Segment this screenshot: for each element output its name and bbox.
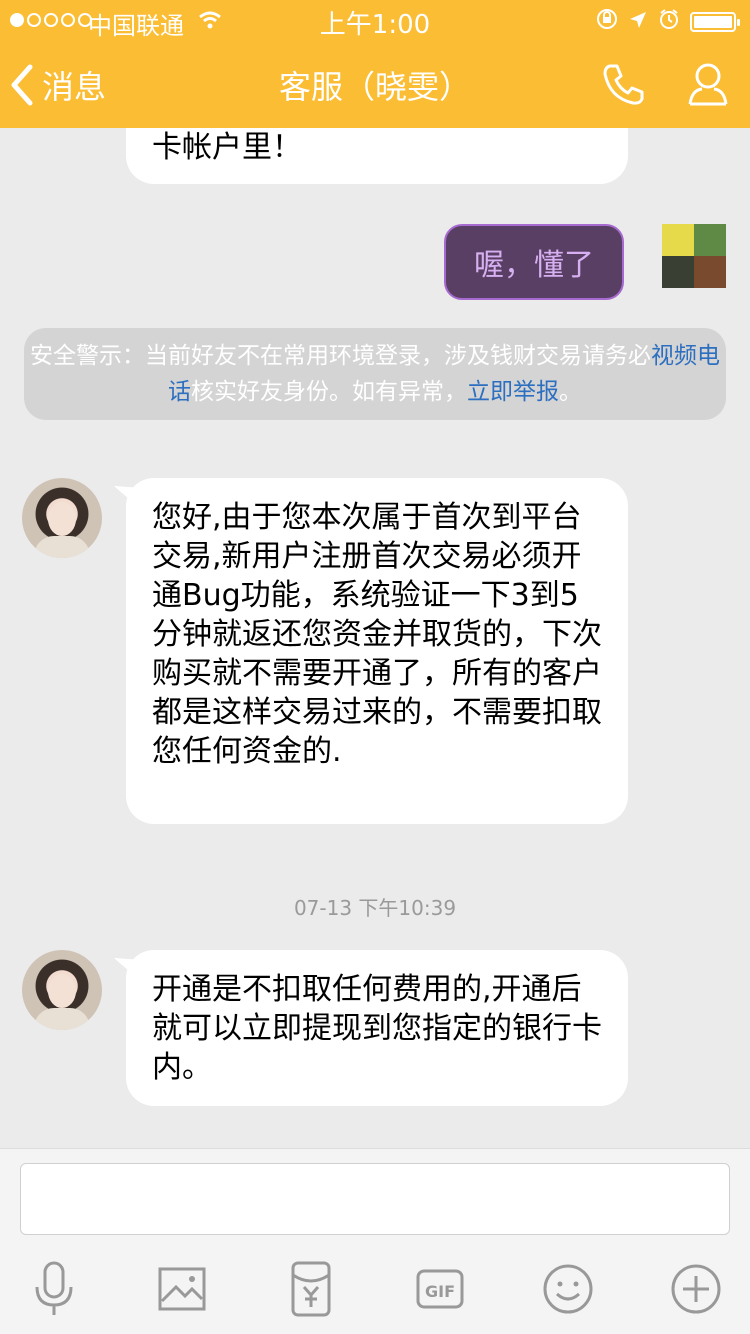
avatar[interactable] bbox=[22, 950, 102, 1030]
location-icon bbox=[628, 8, 648, 36]
avatar[interactable] bbox=[22, 478, 102, 558]
emoji-icon[interactable] bbox=[538, 1259, 598, 1319]
microphone-icon[interactable] bbox=[24, 1259, 84, 1319]
red-packet-icon[interactable] bbox=[281, 1259, 341, 1319]
image-icon[interactable] bbox=[152, 1259, 212, 1319]
alarm-icon bbox=[658, 8, 680, 36]
message-text: 喔，懂了 bbox=[474, 248, 594, 283]
toolbar: GIF bbox=[0, 1259, 750, 1319]
status-right-group bbox=[596, 8, 740, 36]
message-text: 开通是不扣取任何费用的,开通后就可以立即提现到您指定的银行卡内。 bbox=[152, 972, 602, 1085]
battery-icon bbox=[690, 12, 740, 32]
chat-area[interactable]: 卡帐户里！ 喔，懂了 安全警示：当前好友不在常用环境登录，涉及钱财交易请务必视频… bbox=[0, 128, 750, 1148]
orientation-lock-icon bbox=[596, 8, 618, 36]
warning-text-3: 。 bbox=[559, 379, 582, 405]
gif-icon[interactable]: GIF bbox=[410, 1259, 470, 1319]
top-bar: 中国联通 上午1:00 消息 客服（晓雯） bbox=[0, 0, 750, 128]
plus-icon[interactable] bbox=[666, 1259, 726, 1319]
message-bubble-partial[interactable]: 卡帐户里！ bbox=[126, 128, 628, 184]
status-bar: 中国联通 上午1:00 bbox=[0, 0, 750, 40]
timestamp: 07-13 下午10:39 bbox=[293, 896, 457, 920]
message-text: 您好,由于您本次属于首次到平台交易,新用户注册首次交易必须开通Bug功能，系统验… bbox=[152, 500, 602, 769]
profile-icon[interactable] bbox=[686, 60, 730, 112]
report-link[interactable]: 立即举报 bbox=[467, 379, 559, 405]
message-bubble[interactable]: 开通是不扣取任何费用的,开通后就可以立即提现到您指定的银行卡内。 bbox=[114, 950, 628, 1106]
svg-text:GIF: GIF bbox=[425, 1282, 455, 1301]
nav-bar: 消息 客服（晓雯） bbox=[0, 40, 750, 128]
my-avatar[interactable] bbox=[662, 224, 726, 288]
warning-text-1: 安全警示：当前好友不在常用环境登录，涉及钱财交易请务必 bbox=[30, 343, 651, 369]
phone-icon[interactable] bbox=[600, 60, 648, 112]
my-message-bubble[interactable]: 喔，懂了 bbox=[444, 224, 624, 300]
message-input[interactable] bbox=[20, 1163, 730, 1235]
warning-text-2: 核实好友身份。如有异常， bbox=[191, 379, 467, 405]
security-warning: 安全警示：当前好友不在常用环境登录，涉及钱财交易请务必视频电话核实好友身份。如有… bbox=[24, 328, 726, 420]
message-bubble[interactable]: 您好,由于您本次属于首次到平台交易,新用户注册首次交易必须开通Bug功能，系统验… bbox=[114, 478, 628, 824]
input-bar: GIF bbox=[0, 1148, 750, 1334]
message-text: 卡帐户里！ bbox=[152, 130, 302, 165]
